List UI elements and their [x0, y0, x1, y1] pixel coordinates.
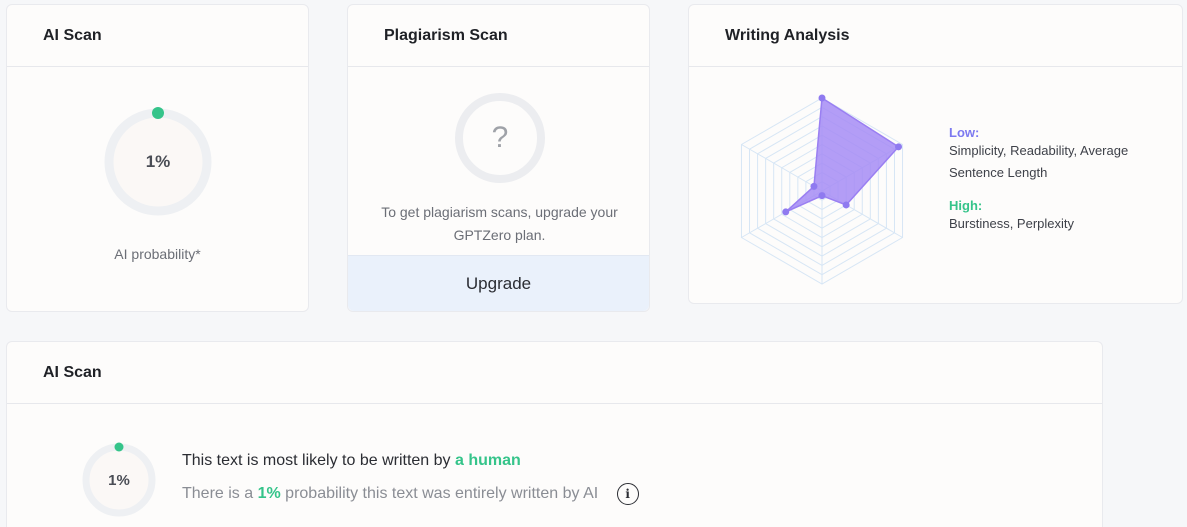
radar-data-point — [810, 182, 818, 190]
ai-scan-detail-card: AI Scan 1% This text is most likely to b… — [6, 341, 1103, 527]
plagiarism-scan-card: Plagiarism Scan ? To get plagiarism scan… — [347, 4, 650, 312]
radar-data-area — [785, 96, 900, 213]
verdict-subtext: There is a 1% probability this text was … — [182, 483, 639, 505]
verdict-highlight: a human — [454, 452, 521, 469]
verdict-headline: This text is most likely to be written b… — [182, 452, 521, 469]
low-label: Low: — [949, 125, 980, 140]
question-mark-icon: ? — [454, 92, 546, 184]
writing-legend: Low: Simplicity, Readability, Average Se… — [949, 125, 1174, 235]
radar-data-point — [842, 201, 850, 209]
ai-scan-detail-title: AI Scan — [7, 342, 1102, 404]
writing-analysis-card: Writing Analysis Low: Simplicity, Readab… — [688, 4, 1183, 304]
plagiarism-scan-title: Plagiarism Scan — [348, 5, 649, 67]
high-items: Burstiness, Perplexity — [949, 216, 1074, 231]
ai-probability-mini-ring: 1% — [81, 442, 157, 518]
ai-probability-mini-value: 1% — [108, 471, 130, 489]
info-icon[interactable]: i — [616, 483, 639, 505]
low-items: Simplicity, Readability, Average Sentenc… — [949, 143, 1129, 180]
high-label: High: — [949, 198, 983, 213]
ai-probability-value: 1% — [145, 152, 171, 171]
radar-data-point — [818, 192, 826, 200]
ai-scan-title: AI Scan — [7, 5, 308, 67]
plagiarism-upgrade-message: To get plagiarism scans, upgrade your GP… — [381, 204, 618, 243]
radar-data-point — [895, 143, 903, 151]
radar-data-point — [818, 94, 826, 102]
radar-data-point — [782, 208, 790, 216]
ai-probability-ring: 1% — [103, 107, 213, 217]
ai-probability-caption: AI probability* — [114, 246, 201, 262]
writing-radar-chart — [740, 94, 904, 285]
upgrade-button[interactable]: Upgrade — [348, 255, 649, 311]
writing-analysis-title: Writing Analysis — [689, 5, 1182, 67]
ai-scan-card: AI Scan 1% AI probability* — [6, 4, 309, 312]
